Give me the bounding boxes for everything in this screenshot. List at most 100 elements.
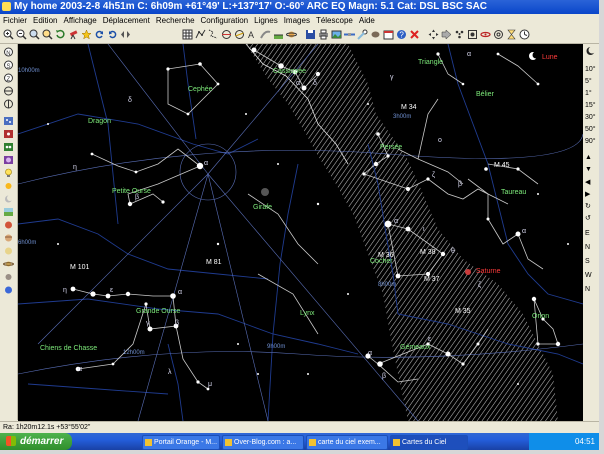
direction-north[interactable]: N — [585, 244, 599, 251]
menu-configuration[interactable]: Configuration — [200, 16, 250, 25]
pan-down-icon[interactable]: ▼ — [585, 166, 599, 173]
fov-button-5[interactable]: 5° — [585, 78, 599, 85]
label-saturne[interactable]: Saturne — [476, 268, 501, 275]
label-girafe[interactable]: Girafe — [253, 204, 272, 211]
fov-button-30[interactable]: 30° — [585, 114, 599, 121]
labels-icon[interactable]: A — [247, 29, 258, 40]
menu-edition[interactable]: Edition — [32, 16, 58, 25]
refresh-icon[interactable] — [55, 29, 66, 40]
menu-recherche[interactable]: Recherche — [155, 16, 196, 25]
label-persee[interactable]: Persée — [380, 144, 402, 151]
label-petite-ourse[interactable]: Petite Ourse — [112, 188, 151, 195]
menu-affichage[interactable]: Affichage — [62, 16, 97, 25]
start-button[interactable]: démarrer — [0, 433, 72, 450]
hourglass-icon[interactable] — [506, 29, 517, 40]
star-cluster-icon[interactable] — [454, 29, 465, 40]
cancel-icon[interactable] — [409, 29, 420, 40]
label-orion[interactable]: Orion — [532, 313, 549, 320]
label-cocher[interactable]: Cocher — [370, 258, 393, 265]
calendar-icon[interactable] — [383, 29, 394, 40]
fov-button-50[interactable]: 50° — [585, 126, 599, 133]
nebula-icon[interactable] — [467, 29, 478, 40]
altaz-icon[interactable] — [3, 99, 14, 109]
zoom-window-icon[interactable] — [29, 29, 40, 40]
label-m101[interactable]: M 101 — [70, 264, 89, 271]
ecliptic-icon[interactable] — [234, 29, 245, 40]
grid-icon[interactable] — [182, 29, 193, 40]
clock-icon[interactable] — [519, 29, 530, 40]
moon-icon[interactable] — [3, 194, 14, 204]
taskbar-item-carte-du-ciel[interactable]: carte du ciel exem... — [306, 435, 388, 450]
menu-deplacement[interactable]: Déplacement — [102, 16, 151, 25]
telescope-icon[interactable] — [68, 29, 79, 40]
label-m38[interactable]: M 38 — [420, 249, 436, 256]
label-m34[interactable]: M 34 — [401, 104, 417, 111]
star-icon[interactable] — [81, 29, 92, 40]
fov-button-90[interactable]: 90° — [585, 138, 599, 145]
taskbar-item-cartes-du-ciel[interactable]: Cartes du Ciel — [390, 435, 468, 450]
help-icon[interactable]: ? — [396, 29, 407, 40]
label-m36[interactable]: M 36 — [378, 252, 394, 259]
label-triangle[interactable]: Triangle — [418, 59, 443, 66]
label-m37[interactable]: M 37 — [424, 276, 440, 283]
print-icon[interactable] — [318, 29, 329, 40]
galaxy-icon[interactable] — [480, 29, 491, 40]
mercury-icon[interactable] — [3, 272, 14, 282]
rotate-icon[interactable]: ↻ — [585, 202, 599, 210]
mirror-icon[interactable] — [441, 29, 452, 40]
rotate-right-icon[interactable] — [107, 29, 118, 40]
label-gemeaux[interactable]: Gémeaux — [400, 344, 430, 351]
label-m35[interactable]: M 35 — [455, 308, 471, 315]
zoom-out-icon[interactable] — [16, 29, 27, 40]
menu-lignes[interactable]: Lignes — [253, 16, 279, 25]
equator-icon[interactable] — [221, 29, 232, 40]
menu-telescope[interactable]: Télescope — [315, 16, 354, 25]
neptune-icon[interactable] — [3, 285, 14, 295]
lamp-icon[interactable] — [3, 168, 14, 178]
pan-left-icon[interactable]: ◀ — [585, 178, 599, 186]
rotate-back-icon[interactable]: ↺ — [585, 214, 599, 222]
menu-aide[interactable]: Aide — [358, 16, 376, 25]
deep-sky-icon[interactable] — [3, 116, 14, 126]
fov-10[interactable] — [585, 46, 599, 58]
zoom-in-icon[interactable] — [3, 29, 14, 40]
label-lune[interactable]: Lune — [542, 54, 558, 61]
rotate-left-icon[interactable] — [94, 29, 105, 40]
menu-fichier[interactable]: Fichier — [2, 16, 28, 25]
fov-button-1[interactable]: 1° — [585, 90, 599, 97]
fov-button-10[interactable]: 10° — [585, 66, 599, 73]
constellation-bounds-icon[interactable] — [208, 29, 219, 40]
save-icon[interactable] — [305, 29, 316, 40]
constellation-lines-icon[interactable] — [195, 29, 206, 40]
label-m45[interactable]: M 45 — [494, 162, 510, 169]
direction-north-2[interactable]: N — [585, 286, 599, 293]
label-cephee[interactable]: Cephée — [188, 86, 213, 93]
title-bar[interactable]: My home 2003-2-8 4h51m C: 6h09m +61°49' … — [0, 0, 599, 14]
clock[interactable]: 04:51 — [575, 437, 595, 446]
target-icon[interactable] — [493, 29, 504, 40]
label-belier[interactable]: Bélier — [476, 91, 494, 98]
pan-icon[interactable] — [428, 29, 439, 40]
label-taureau[interactable]: Taureau — [501, 189, 526, 196]
search-object-icon[interactable] — [42, 29, 53, 40]
sky-chart[interactable]: Cassiopée Cephée Dragon Petite Ourse Gir… — [18, 44, 583, 421]
image-icon[interactable] — [331, 29, 342, 40]
label-lynx[interactable]: Lynx — [300, 310, 315, 317]
north-pole-icon[interactable]: N — [3, 47, 14, 57]
direction-east[interactable]: E — [585, 230, 599, 237]
taskbar-item-portail-orange[interactable]: Portail Orange - M... — [142, 435, 220, 450]
planet-icon[interactable] — [286, 29, 297, 40]
equatorial-icon[interactable] — [3, 86, 14, 96]
pan-right-icon[interactable]: ▶ — [585, 190, 599, 198]
nebulae-icon[interactable] — [3, 155, 14, 165]
label-m81[interactable]: M 81 — [206, 259, 222, 266]
double-stars-icon[interactable] — [3, 142, 14, 152]
direction-south[interactable]: S — [585, 258, 599, 265]
sun-icon[interactable] — [3, 181, 14, 191]
taskbar-item-over-blog[interactable]: Over-Blog.com : a... — [222, 435, 304, 450]
menu-images[interactable]: Images — [283, 16, 311, 25]
horizon-icon[interactable] — [273, 29, 284, 40]
asteroid-icon[interactable] — [370, 29, 381, 40]
jupiter-icon[interactable] — [3, 233, 14, 243]
label-dragon[interactable]: Dragon — [88, 118, 111, 125]
